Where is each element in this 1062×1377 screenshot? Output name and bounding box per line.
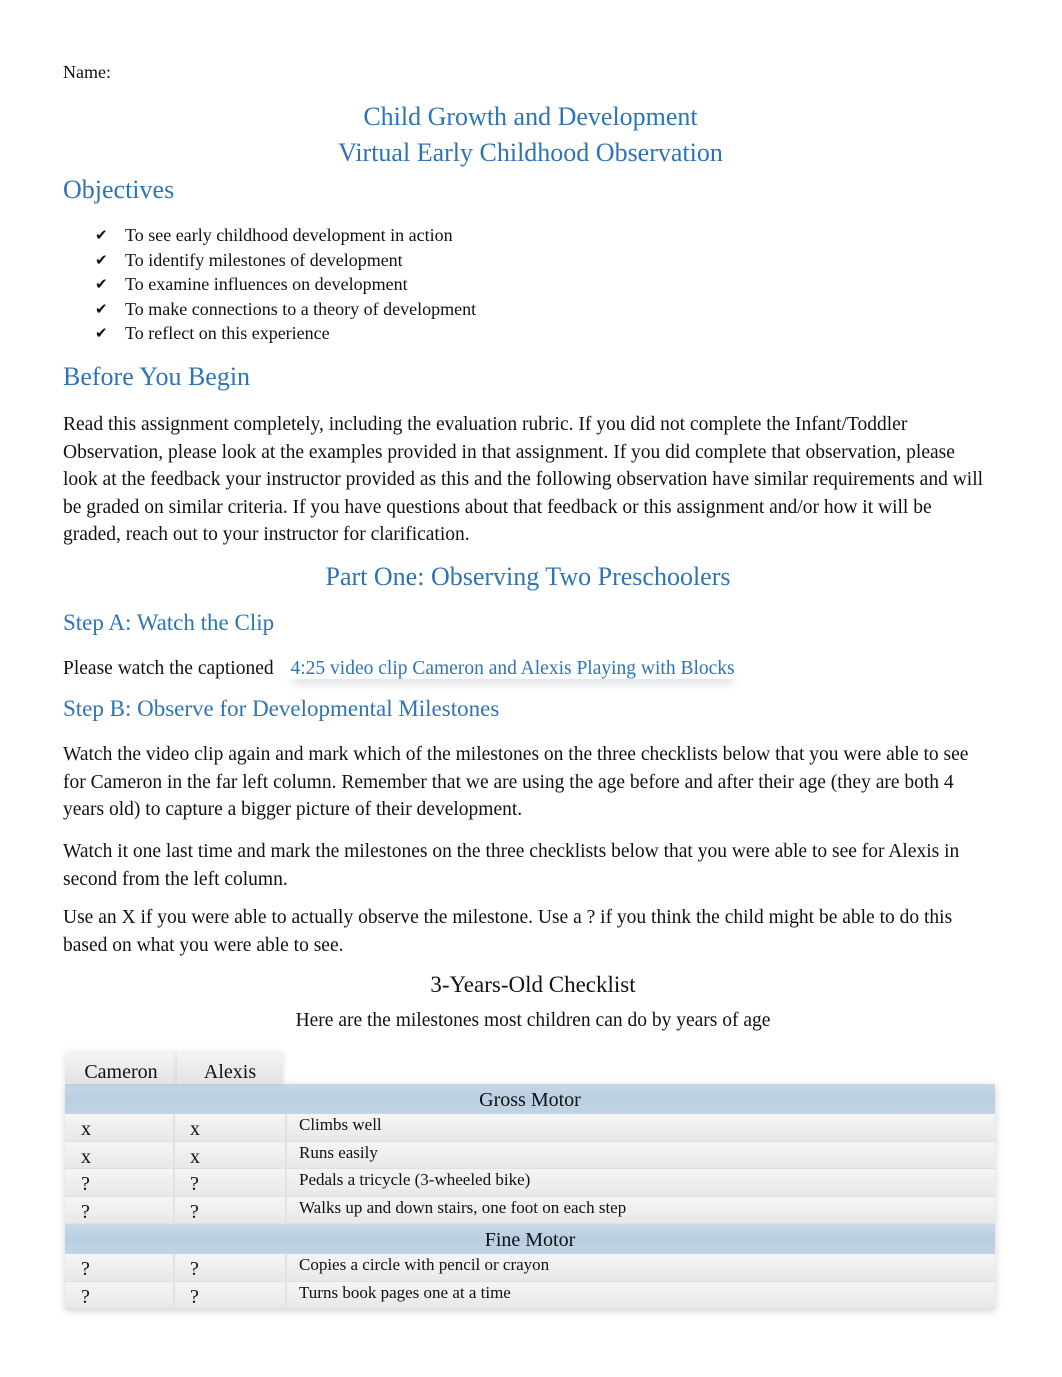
alexis-cell[interactable]: ? [175, 1196, 287, 1223]
table-row: ? ? Turns book pages one at a time [65, 1281, 995, 1309]
table-header: Cameron Alexis [65, 1052, 995, 1084]
document-subtitle: Virtual Early Childhood Observation [338, 138, 723, 167]
cameron-cell[interactable]: ? [65, 1196, 175, 1223]
column-header-cameron: Cameron [65, 1052, 177, 1084]
milestone-cell: Copies a circle with pencil or crayon [299, 1255, 550, 1274]
part-one-heading: Part One: Observing Two Preschoolers [325, 562, 731, 591]
alexis-cell[interactable]: ? [175, 1281, 287, 1308]
objectives-list: ✔ To see early childhood development in a… [95, 223, 476, 346]
table-row: ? ? Pedals a tricycle (3-wheeled bike) [65, 1169, 995, 1197]
objective-item: ✔ To make connections to a theory of deve… [95, 297, 476, 322]
checkmark-icon: ✔ [95, 226, 108, 244]
table-row: ? ? Walks up and down stairs, one foot o… [65, 1196, 995, 1224]
objective-item: ✔ To see early childhood development in a… [95, 223, 476, 248]
step-b-heading: Step B: Observe for Developmental Milest… [63, 696, 500, 721]
checklist-table: Cameron Alexis Gross Motor x x Climbs we… [65, 1052, 995, 1309]
milestone-cell: Runs easily [299, 1142, 378, 1162]
objective-item: ✔ To reflect on this experience [95, 321, 476, 346]
watch-clip-text: Please watch the captioned 4:25 video cl… [63, 655, 988, 683]
checklist-subtitle: Here are the milestones most children ca… [295, 1010, 771, 1031]
cameron-cell[interactable]: x [65, 1114, 175, 1141]
before-you-begin-text: Read this assignment completely, includi… [63, 414, 984, 545]
video-clip-link[interactable]: 4:25 video clip Cameron and Alexis Playi… [287, 658, 739, 679]
step-b-paragraph: Watch the video clip again and mark whic… [63, 744, 969, 820]
table-row: ? ? Copies a circle with pencil or crayo… [65, 1254, 995, 1282]
objectives-heading: Objectives [63, 175, 175, 204]
alexis-cell[interactable]: x [175, 1114, 287, 1141]
cameron-cell[interactable]: ? [65, 1169, 175, 1196]
milestone-cell: Climbs well [299, 1115, 382, 1134]
step-b-paragraph: Use an X if you were able to actually ob… [63, 907, 953, 956]
before-you-begin-heading: Before You Begin [63, 362, 251, 391]
section-header-gross-motor: Gross Motor [65, 1084, 995, 1114]
alexis-cell[interactable]: ? [175, 1169, 287, 1196]
milestone-cell: Walks up and down stairs, one foot on ea… [299, 1197, 627, 1217]
checklist-title: 3-Years-Old Checklist [430, 972, 636, 997]
checkmark-icon: ✔ [95, 299, 108, 318]
cameron-cell[interactable]: x [65, 1141, 175, 1168]
section-header-fine-motor: Fine Motor [65, 1224, 995, 1254]
cameron-cell[interactable]: ? [65, 1254, 175, 1281]
table-row: x x Climbs well [65, 1114, 995, 1142]
table-body: Gross Motor x x Climbs well x x Runs eas… [65, 1084, 995, 1309]
column-header-alexis: Alexis [177, 1052, 283, 1084]
step-b-paragraph: Watch it one last time and mark the mile… [63, 841, 960, 890]
alexis-cell[interactable]: ? [175, 1254, 287, 1281]
milestone-cell: Turns book pages one at a time [299, 1282, 511, 1302]
checkmark-icon: ✔ [95, 275, 108, 293]
objective-item: ✔ To identify milestones of development [95, 248, 476, 273]
cameron-cell[interactable]: ? [65, 1281, 175, 1308]
checkmark-icon: ✔ [95, 250, 108, 269]
alexis-cell[interactable]: x [175, 1141, 287, 1168]
milestone-cell: Pedals a tricycle (3-wheeled bike) [299, 1170, 531, 1189]
checkmark-icon: ✔ [95, 324, 108, 342]
name-label: Name: [63, 62, 111, 82]
table-row: x x Runs easily [65, 1141, 995, 1169]
step-a-heading: Step A: Watch the Clip [63, 610, 275, 635]
document-title: Child Growth and Development [363, 102, 698, 131]
objective-item: ✔ To examine influences on development [95, 272, 476, 297]
